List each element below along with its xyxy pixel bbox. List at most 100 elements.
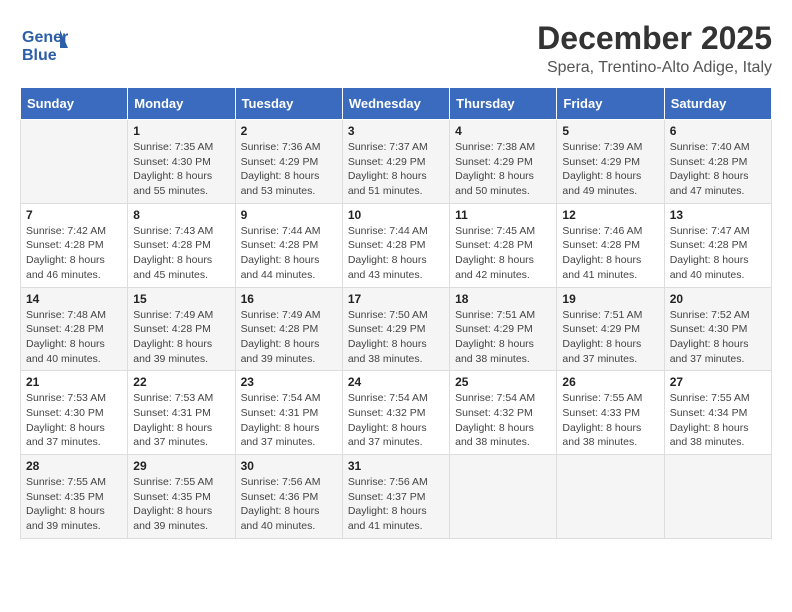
calendar-cell: 31 Sunrise: 7:56 AMSunset: 4:37 PMDayligh… [342, 455, 449, 539]
day-info: Sunrise: 7:39 AMSunset: 4:29 PMDaylight:… [562, 140, 658, 199]
day-info: Sunrise: 7:48 AMSunset: 4:28 PMDaylight:… [26, 308, 122, 367]
day-number: 27 [670, 375, 766, 389]
day-number: 24 [348, 375, 444, 389]
day-number: 6 [670, 124, 766, 138]
calendar-cell [450, 455, 557, 539]
day-number: 12 [562, 208, 658, 222]
calendar-cell: 3 Sunrise: 7:37 AMSunset: 4:29 PMDaylight… [342, 120, 449, 204]
calendar-cell: 23 Sunrise: 7:54 AMSunset: 4:31 PMDayligh… [235, 371, 342, 455]
day-info: Sunrise: 7:38 AMSunset: 4:29 PMDaylight:… [455, 140, 551, 199]
calendar-cell [664, 455, 771, 539]
day-number: 11 [455, 208, 551, 222]
day-info: Sunrise: 7:51 AMSunset: 4:29 PMDaylight:… [455, 308, 551, 367]
calendar-cell: 4 Sunrise: 7:38 AMSunset: 4:29 PMDaylight… [450, 120, 557, 204]
title-section: December 2025 Spera, Trentino-Alto Adige… [537, 20, 772, 77]
day-number: 17 [348, 292, 444, 306]
calendar-header-row: Sunday Monday Tuesday Wednesday Thursday… [21, 88, 772, 120]
header-section: General Blue December 2025 Spera, Trenti… [20, 20, 772, 77]
day-info: Sunrise: 7:54 AMSunset: 4:32 PMDaylight:… [455, 391, 551, 450]
calendar-cell: 11 Sunrise: 7:45 AMSunset: 4:28 PMDayligh… [450, 203, 557, 287]
day-number: 26 [562, 375, 658, 389]
calendar-cell [21, 120, 128, 204]
calendar-cell: 25Sunrise: 7:54 AMSunset: 4:32 PMDayligh… [450, 371, 557, 455]
calendar-cell: 20 Sunrise: 7:52 AMSunset: 4:30 PMDayligh… [664, 287, 771, 371]
day-number: 23 [241, 375, 337, 389]
logo: General Blue [20, 20, 68, 68]
day-number: 3 [348, 124, 444, 138]
calendar-cell: 13Sunrise: 7:47 AMSunset: 4:28 PMDayligh… [664, 203, 771, 287]
day-info: Sunrise: 7:54 AMSunset: 4:32 PMDaylight:… [348, 391, 444, 450]
day-number: 9 [241, 208, 337, 222]
calendar-cell: 17Sunrise: 7:50 AMSunset: 4:29 PMDayligh… [342, 287, 449, 371]
day-number: 31 [348, 459, 444, 473]
day-info: Sunrise: 7:42 AMSunset: 4:28 PMDaylight:… [26, 224, 122, 283]
day-number: 15 [133, 292, 229, 306]
header-friday: Friday [557, 88, 664, 120]
day-info: Sunrise: 7:51 AMSunset: 4:29 PMDaylight:… [562, 308, 658, 367]
calendar-week-row: 21 Sunrise: 7:53 AMSunset: 4:30 PMDayligh… [21, 371, 772, 455]
day-number: 21 [26, 375, 122, 389]
day-number: 7 [26, 208, 122, 222]
day-info: Sunrise: 7:44 AMSunset: 4:28 PMDaylight:… [241, 224, 337, 283]
day-info: Sunrise: 7:49 AMSunset: 4:28 PMDaylight:… [241, 308, 337, 367]
calendar-title: December 2025 [537, 20, 772, 57]
calendar-cell: 5 Sunrise: 7:39 AMSunset: 4:29 PMDaylight… [557, 120, 664, 204]
day-number: 20 [670, 292, 766, 306]
day-info: Sunrise: 7:55 AMSunset: 4:34 PMDaylight:… [670, 391, 766, 450]
day-number: 19 [562, 292, 658, 306]
svg-text:Blue: Blue [22, 47, 57, 64]
calendar-cell: 18 Sunrise: 7:51 AMSunset: 4:29 PMDayligh… [450, 287, 557, 371]
calendar-cell: 28Sunrise: 7:55 AMSunset: 4:35 PMDayligh… [21, 455, 128, 539]
calendar-cell: 14 Sunrise: 7:48 AMSunset: 4:28 PMDayligh… [21, 287, 128, 371]
day-info: Sunrise: 7:54 AMSunset: 4:31 PMDaylight:… [241, 391, 337, 450]
calendar-cell: 21 Sunrise: 7:53 AMSunset: 4:30 PMDayligh… [21, 371, 128, 455]
calendar-week-row: 7 Sunrise: 7:42 AMSunset: 4:28 PMDaylight… [21, 203, 772, 287]
calendar-week-row: 28 Sunrise: 7:55 AMSunset: 4:35 PMDayligh… [21, 455, 772, 539]
day-number: 29 [133, 459, 229, 473]
day-info: Sunrise: 7:56 AMSunset: 4:36 PMDaylight:… [241, 475, 337, 534]
day-info: Sunrise: 7:37 AMSunset: 4:29 PMDaylight:… [348, 140, 444, 199]
day-number: 16 [241, 292, 337, 306]
calendar-subtitle: Spera, Trentino-Alto Adige, Italy [537, 59, 772, 77]
day-info: Sunrise: 7:55 AMSunset: 4:35 PMDaylight:… [133, 475, 229, 534]
day-info: Sunrise: 7:53 AMSunset: 4:31 PMDaylight:… [133, 391, 229, 450]
calendar-cell: 26 Sunrise: 7:55 AMSunset: 4:33 PMDayligh… [557, 371, 664, 455]
calendar-cell: 24 Sunrise: 7:54 AMSunset: 4:32 PMDayligh… [342, 371, 449, 455]
calendar-cell: 2Sunrise: 7:36 AMSunset: 4:29 PMDaylight… [235, 120, 342, 204]
header-wednesday: Wednesday [342, 88, 449, 120]
day-number: 1 [133, 124, 229, 138]
day-number: 18 [455, 292, 551, 306]
day-number: 4 [455, 124, 551, 138]
calendar-cell: 16 Sunrise: 7:49 AMSunset: 4:28 PMDayligh… [235, 287, 342, 371]
day-info: Sunrise: 7:45 AMSunset: 4:28 PMDaylight:… [455, 224, 551, 283]
day-number: 8 [133, 208, 229, 222]
day-info: Sunrise: 7:44 AMSunset: 4:28 PMDaylight:… [348, 224, 444, 283]
day-number: 28 [26, 459, 122, 473]
header-tuesday: Tuesday [235, 88, 342, 120]
day-info: Sunrise: 7:46 AMSunset: 4:28 PMDaylight:… [562, 224, 658, 283]
header-thursday: Thursday [450, 88, 557, 120]
day-number: 14 [26, 292, 122, 306]
day-info: Sunrise: 7:36 AMSunset: 4:29 PMDaylight:… [241, 140, 337, 199]
day-info: Sunrise: 7:53 AMSunset: 4:30 PMDaylight:… [26, 391, 122, 450]
calendar-cell: 19 Sunrise: 7:51 AMSunset: 4:29 PMDayligh… [557, 287, 664, 371]
day-info: Sunrise: 7:55 AMSunset: 4:33 PMDaylight:… [562, 391, 658, 450]
calendar-cell: 30 Sunrise: 7:56 AMSunset: 4:36 PMDayligh… [235, 455, 342, 539]
calendar-cell: 6 Sunrise: 7:40 AMSunset: 4:28 PMDaylight… [664, 120, 771, 204]
day-info: Sunrise: 7:56 AMSunset: 4:37 PMDaylight:… [348, 475, 444, 534]
day-info: Sunrise: 7:52 AMSunset: 4:30 PMDaylight:… [670, 308, 766, 367]
day-number: 10 [348, 208, 444, 222]
day-info: Sunrise: 7:35 AMSunset: 4:30 PMDaylight:… [133, 140, 229, 199]
day-number: 5 [562, 124, 658, 138]
day-number: 22 [133, 375, 229, 389]
calendar-cell: 12 Sunrise: 7:46 AMSunset: 4:28 PMDayligh… [557, 203, 664, 287]
day-info: Sunrise: 7:40 AMSunset: 4:28 PMDaylight:… [670, 140, 766, 199]
calendar-cell: 7 Sunrise: 7:42 AMSunset: 4:28 PMDaylight… [21, 203, 128, 287]
calendar-cell: 27 Sunrise: 7:55 AMSunset: 4:34 PMDayligh… [664, 371, 771, 455]
day-number: 30 [241, 459, 337, 473]
calendar-cell: 22 Sunrise: 7:53 AMSunset: 4:31 PMDayligh… [128, 371, 235, 455]
day-info: Sunrise: 7:43 AMSunset: 4:28 PMDaylight:… [133, 224, 229, 283]
header-sunday: Sunday [21, 88, 128, 120]
header-saturday: Saturday [664, 88, 771, 120]
header-monday: Monday [128, 88, 235, 120]
